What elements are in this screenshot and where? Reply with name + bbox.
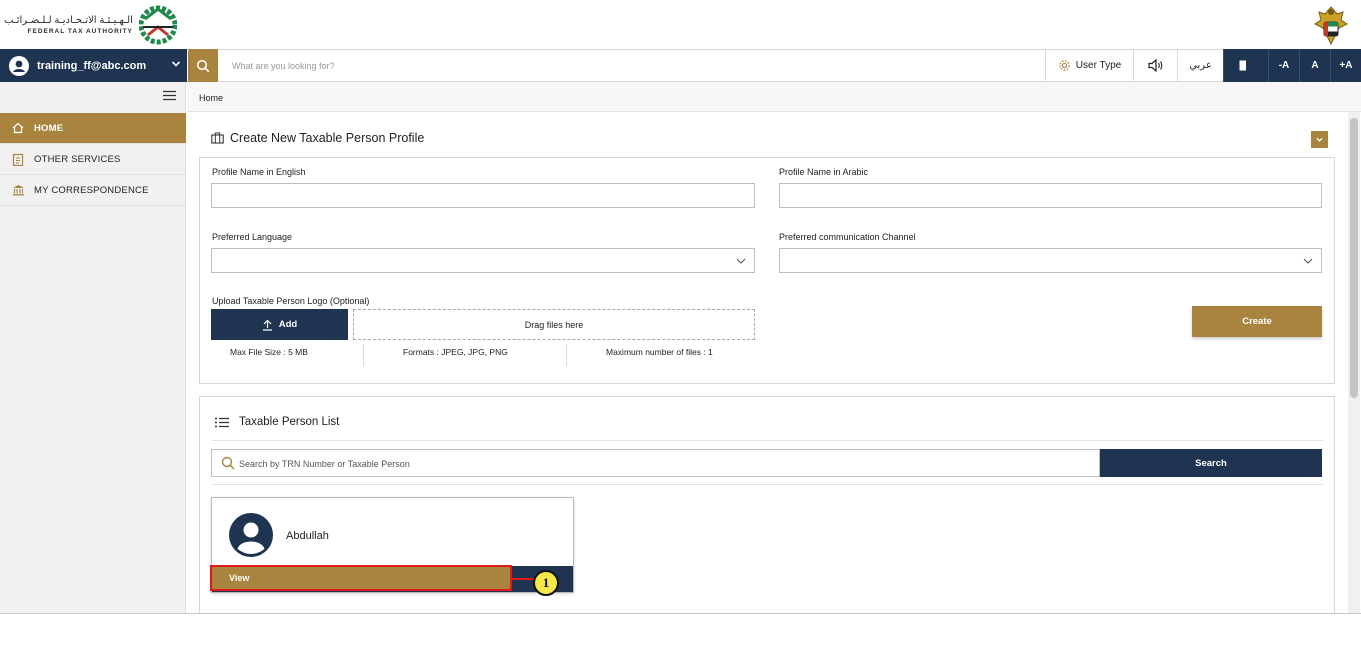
- sidebar-item-my-correspondence[interactable]: MY CORRESPONDENCE: [0, 175, 186, 206]
- name-ar-label: Profile Name in Arabic: [779, 167, 869, 177]
- font-normal-button[interactable]: A: [1299, 49, 1330, 82]
- gear-icon: [1059, 60, 1070, 71]
- language-label: Preferred Language: [212, 232, 293, 242]
- fta-emblem-icon: [138, 5, 177, 45]
- chevron-down-icon: [1303, 258, 1313, 264]
- divider: [211, 484, 1323, 485]
- user-type-label: User Type: [1075, 60, 1122, 71]
- max-files: Maximum number of files : 1: [606, 347, 713, 357]
- collapse-section-button[interactable]: [1311, 131, 1328, 148]
- logo-text: الـهـيـئـة الاتـحـاديـة لـلـضـرائـب FEDE…: [4, 15, 133, 36]
- search-icon: [196, 59, 210, 72]
- create-profile-title: Create New Taxable Person Profile: [230, 131, 425, 145]
- sidebar-item-label: OTHER SERVICES: [34, 153, 121, 165]
- global-search-button[interactable]: [188, 49, 218, 82]
- taxable-list-heading: Taxable Person List: [215, 416, 339, 428]
- list-icon: [215, 417, 229, 427]
- brand-header: الـهـيـئـة الاتـحـاديـة لـلـضـرائـب FEDE…: [0, 0, 1361, 49]
- profile-name-english-input[interactable]: [211, 183, 755, 208]
- user-account-icon: [9, 55, 29, 76]
- callout-connector: [512, 578, 534, 580]
- upload-icon: [262, 319, 272, 331]
- profile-name-arabic-input[interactable]: [779, 183, 1322, 208]
- language-toggle[interactable]: عربي: [1177, 49, 1223, 82]
- user-email: training_ff@abc.com: [37, 59, 147, 72]
- taxable-search-input[interactable]: [239, 456, 1079, 471]
- hamburger-menu-icon[interactable]: [163, 90, 176, 101]
- divider: [211, 440, 1323, 441]
- chevron-down-icon: [171, 61, 181, 67]
- search-button[interactable]: Search: [1100, 449, 1322, 477]
- upload-logo-label: Upload Taxable Person Logo (Optional): [212, 296, 370, 306]
- logo-arabic-text: الـهـيـئـة الاتـحـاديـة لـلـضـرائـب: [4, 14, 133, 26]
- avatar-icon: [229, 513, 273, 557]
- taxable-person-name: Abdullah: [286, 530, 329, 542]
- sidebar-item-home[interactable]: HOME: [0, 113, 186, 144]
- user-menu[interactable]: training_ff@abc.com: [0, 49, 187, 82]
- breadcrumb: Home: [187, 82, 1361, 112]
- text-to-speech-button[interactable]: [1133, 49, 1177, 82]
- search-icon: [221, 456, 235, 470]
- sidebar-item-other-services[interactable]: OTHER SERVICES: [0, 144, 186, 175]
- chevron-down-icon: [736, 258, 746, 264]
- allowed-formats: Formats : JPEG, JPG, PNG: [403, 347, 508, 357]
- fta-logo[interactable]: الـهـيـئـة الاتـحـاديـة لـلـضـرائـب FEDE…: [4, 4, 177, 46]
- nav-tools: User Type عربي -A A +A: [1045, 49, 1361, 82]
- global-search-input[interactable]: [232, 58, 932, 74]
- font-increase-button[interactable]: +A: [1330, 49, 1361, 82]
- logo-english-text: FEDERAL TAX AUTHORITY: [27, 27, 133, 35]
- divider: [566, 344, 567, 366]
- top-navbar: training_ff@abc.com User Type: [0, 49, 1361, 82]
- user-type-button[interactable]: User Type: [1045, 49, 1133, 82]
- divider: [363, 344, 364, 366]
- taxable-search-box: [211, 449, 1100, 477]
- home-icon: [11, 121, 25, 135]
- sidebar-item-label: MY CORRESPONDENCE: [34, 184, 149, 196]
- app-window: الـهـيـئـة الاتـحـاديـة لـلـضـرائـب FEDE…: [0, 0, 1361, 614]
- font-decrease-button[interactable]: -A: [1268, 49, 1299, 82]
- name-en-label: Profile Name in English: [212, 167, 306, 177]
- bank-icon: [11, 183, 25, 197]
- chevron-down-icon: [1316, 137, 1323, 142]
- max-file-size: Max File Size : 5 MB: [230, 347, 308, 357]
- add-button-label: Add: [278, 319, 298, 330]
- sidebar-item-label: HOME: [34, 122, 64, 134]
- uae-emblem-icon: [1314, 6, 1348, 46]
- contrast-toggle[interactable]: [1223, 49, 1268, 82]
- channel-label: Preferred communication Channel: [779, 232, 916, 242]
- breadcrumb-home[interactable]: Home: [199, 93, 223, 103]
- file-drop-zone[interactable]: Drag files here: [353, 309, 755, 340]
- taxable-list-title: Taxable Person List: [239, 416, 340, 428]
- communication-channel-select[interactable]: [779, 248, 1322, 273]
- create-profile-heading: Create New Taxable Person Profile: [211, 131, 424, 145]
- speaker-icon: [1147, 59, 1162, 72]
- clipboard-icon: [11, 152, 25, 166]
- briefcase-icon: [211, 132, 224, 144]
- sidebar: HOME OTHER SERVICES MY CORRESPONDENCE: [0, 82, 186, 613]
- step-callout-badge: 1: [533, 570, 559, 596]
- create-button[interactable]: Create: [1192, 306, 1322, 337]
- content-scrollbar[interactable]: [1348, 112, 1360, 613]
- view-button[interactable]: View: [210, 565, 512, 591]
- preferred-language-select[interactable]: [211, 248, 755, 273]
- contrast-icon: [1239, 60, 1253, 71]
- add-file-button[interactable]: Add: [211, 309, 348, 340]
- scrollbar-thumb[interactable]: [1350, 118, 1358, 398]
